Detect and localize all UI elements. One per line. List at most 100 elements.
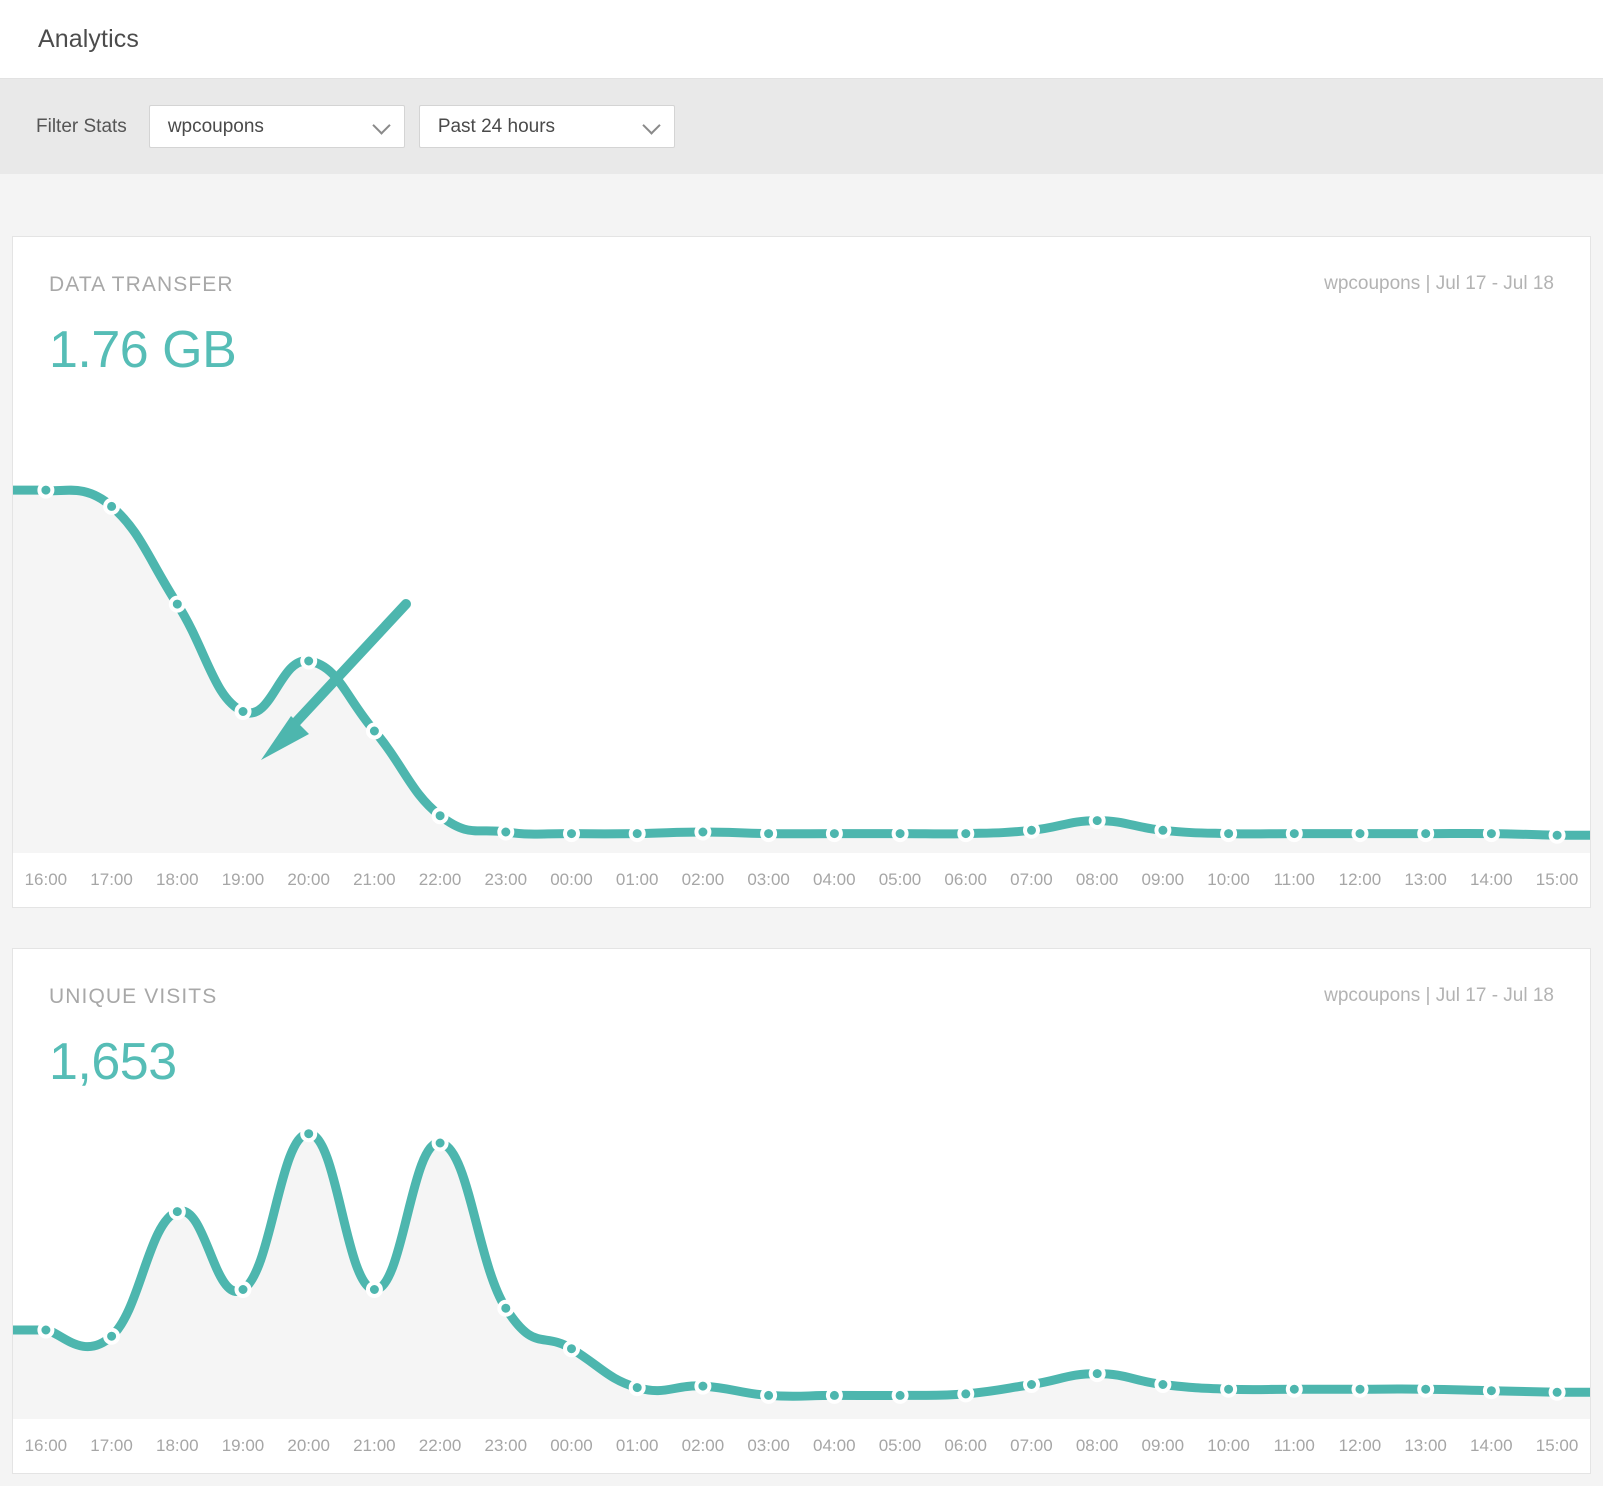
chart-data-point xyxy=(565,827,578,840)
axis-tick-label: 23:00 xyxy=(473,853,539,907)
filter-bar: Filter Stats wpcoupons Past 24 hours xyxy=(0,78,1603,174)
chart-band xyxy=(1262,378,1328,853)
axis-tick-label: 15:00 xyxy=(1524,853,1590,907)
chart-data-point xyxy=(1419,827,1432,840)
axis-tick-label: 12:00 xyxy=(1327,853,1393,907)
axis-tick-label: 03:00 xyxy=(736,853,802,907)
axis-tick-label: 21:00 xyxy=(342,853,408,907)
axis-tick-label: 10:00 xyxy=(1196,853,1262,907)
chevron-down-icon xyxy=(372,116,390,134)
date-range-select-value: Past 24 hours xyxy=(438,116,555,138)
data-transfer-card: Data Transfer wpcoupons | Jul 17 - Jul 1… xyxy=(12,236,1591,908)
chart-data-point xyxy=(105,499,118,512)
chart-data-point xyxy=(1354,1383,1367,1396)
axis-tick-label: 01:00 xyxy=(604,1419,670,1473)
axis-tick-label: 18:00 xyxy=(144,1419,210,1473)
axis-tick-label: 04:00 xyxy=(801,1419,867,1473)
page-header: Analytics xyxy=(0,0,1603,78)
chart-data-point xyxy=(1091,1367,1104,1380)
data-transfer-label: Data Transfer xyxy=(49,273,234,297)
axis-tick-label: 05:00 xyxy=(867,853,933,907)
unique-visits-chart[interactable]: 16:0017:0018:0019:0020:0021:0022:0023:00… xyxy=(13,1089,1590,1473)
chart-data-point xyxy=(1091,814,1104,827)
data-transfer-value: 1.76 GB xyxy=(13,297,1590,378)
axis-tick-label: 03:00 xyxy=(736,1419,802,1473)
chart-band xyxy=(604,378,670,853)
axis-tick-label: 22:00 xyxy=(407,1419,473,1473)
chart-data-point xyxy=(1025,1378,1038,1391)
site-select[interactable]: wpcoupons xyxy=(149,105,405,148)
content-mid-spacer xyxy=(12,908,1591,948)
chart-band xyxy=(1524,1089,1590,1419)
unique-visits-x-axis: 16:0017:0018:0019:0020:0021:0022:0023:00… xyxy=(13,1419,1590,1473)
axis-tick-label: 13:00 xyxy=(1393,853,1459,907)
chart-data-point xyxy=(368,724,381,737)
chart-data-point xyxy=(171,1205,184,1218)
data-transfer-meta: wpcoupons | Jul 17 - Jul 18 xyxy=(1324,273,1554,295)
chart-band xyxy=(867,378,933,853)
data-transfer-card-header: Data Transfer wpcoupons | Jul 17 - Jul 1… xyxy=(13,237,1590,297)
axis-tick-label: 01:00 xyxy=(604,853,670,907)
axis-tick-label: 16:00 xyxy=(13,853,79,907)
axis-tick-label: 11:00 xyxy=(1261,1419,1327,1473)
chart-data-point xyxy=(959,1388,972,1401)
axis-tick-label: 05:00 xyxy=(867,1419,933,1473)
axis-tick-label: 00:00 xyxy=(539,853,605,907)
chart-data-point xyxy=(828,1389,841,1402)
chart-data-point xyxy=(631,1381,644,1394)
chart-data-point xyxy=(565,1342,578,1355)
axis-tick-label: 09:00 xyxy=(1130,853,1196,907)
unique-visits-chart-svg xyxy=(13,1089,1590,1419)
chart-data-point xyxy=(696,825,709,838)
page-title: Analytics xyxy=(38,25,139,54)
axis-tick-label: 11:00 xyxy=(1261,853,1327,907)
chart-data-point xyxy=(1288,1383,1301,1396)
chart-band xyxy=(473,378,539,853)
axis-tick-label: 23:00 xyxy=(473,1419,539,1473)
chart-data-point xyxy=(1419,1383,1432,1396)
chart-data-point xyxy=(959,827,972,840)
chart-band xyxy=(1130,1089,1196,1419)
data-transfer-chart[interactable]: 16:0017:0018:0019:0020:0021:0022:0023:00… xyxy=(13,378,1590,907)
chart-band xyxy=(604,1089,670,1419)
axis-tick-label: 20:00 xyxy=(276,853,342,907)
chart-data-point xyxy=(1354,827,1367,840)
chart-data-point xyxy=(1156,823,1169,836)
chart-data-point xyxy=(171,597,184,610)
chart-data-point xyxy=(1485,827,1498,840)
axis-tick-label: 15:00 xyxy=(1524,1419,1590,1473)
chart-data-point xyxy=(368,1283,381,1296)
axis-tick-label: 14:00 xyxy=(1458,853,1524,907)
chart-data-point xyxy=(762,1389,775,1402)
axis-tick-label: 21:00 xyxy=(342,1419,408,1473)
axis-tick-label: 14:00 xyxy=(1458,1419,1524,1473)
data-transfer-chart-svg xyxy=(13,378,1590,853)
chart-data-point xyxy=(434,1137,447,1150)
chart-data-point xyxy=(1222,827,1235,840)
chart-data-point xyxy=(762,827,775,840)
chart-data-point xyxy=(105,1330,118,1343)
date-range-select[interactable]: Past 24 hours xyxy=(419,105,675,148)
chart-band xyxy=(1130,378,1196,853)
chart-band xyxy=(999,378,1065,853)
chart-band xyxy=(736,1089,802,1419)
unique-visits-meta: wpcoupons | Jul 17 - Jul 18 xyxy=(1324,985,1554,1007)
axis-tick-label: 17:00 xyxy=(79,853,145,907)
chart-data-point xyxy=(1551,828,1564,841)
chart-data-point xyxy=(39,483,52,496)
chart-data-point xyxy=(631,827,644,840)
chart-data-point xyxy=(1025,823,1038,836)
chart-data-point xyxy=(828,827,841,840)
chart-band xyxy=(1393,378,1459,853)
chart-data-point xyxy=(302,654,315,667)
chart-data-point xyxy=(499,1302,512,1315)
axis-tick-label: 10:00 xyxy=(1196,1419,1262,1473)
axis-tick-label: 17:00 xyxy=(79,1419,145,1473)
axis-tick-label: 20:00 xyxy=(276,1419,342,1473)
chart-band xyxy=(1393,1089,1459,1419)
axis-tick-label: 16:00 xyxy=(13,1419,79,1473)
axis-tick-label: 06:00 xyxy=(933,853,999,907)
chart-band xyxy=(867,1089,933,1419)
axis-tick-label: 19:00 xyxy=(210,1419,276,1473)
chart-data-point xyxy=(894,827,907,840)
